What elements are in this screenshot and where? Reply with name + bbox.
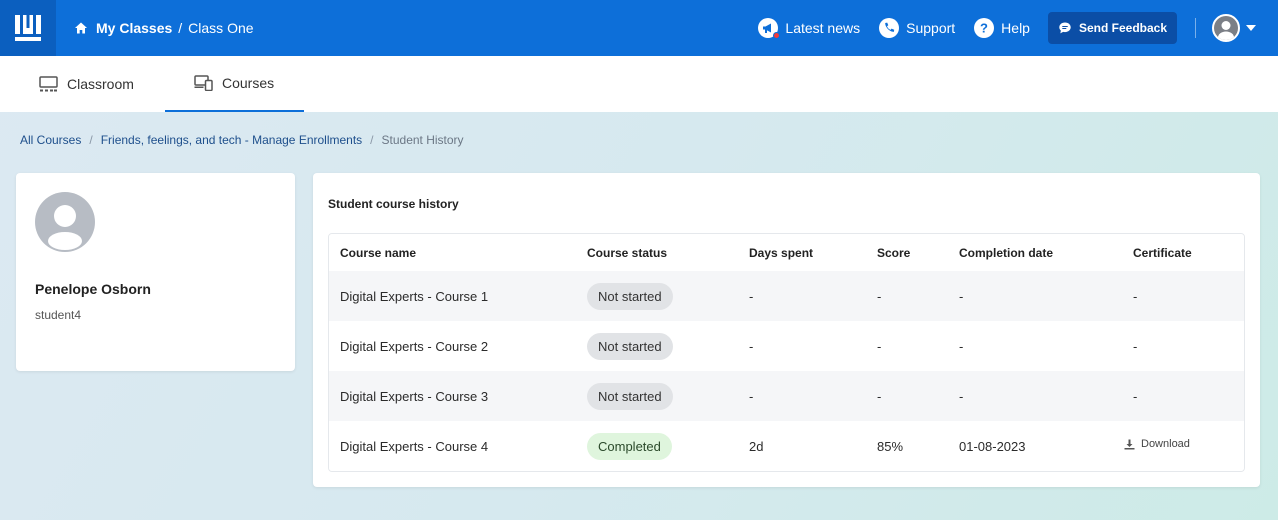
phone-icon [878,17,900,39]
download-label: Download [1141,438,1190,450]
certificate: - [1133,388,1138,404]
course-name: Digital Experts - Course 2 [340,338,489,354]
breadcrumb-separator: / [178,20,183,36]
table-row: Digital Experts - Course 3 Not started -… [329,371,1244,421]
completion-date: - [959,338,964,354]
tab-bar: Classroom Courses [0,56,1278,112]
score: - [877,388,882,404]
download-certificate-link[interactable]: Download [1124,438,1190,450]
support-link[interactable]: Support [878,17,955,39]
user-avatar-icon [1212,14,1240,42]
devices-icon [194,75,213,91]
class-name: Class One [188,20,254,36]
breadcrumb: All Courses / Friends, feelings, and tec… [20,133,464,147]
days-spent: - [749,388,754,404]
table-row: Digital Experts - Course 2 Not started -… [329,321,1244,371]
student-avatar-icon [35,192,95,252]
score: - [877,288,882,304]
column-header: Course status [587,245,668,260]
score: - [877,338,882,354]
status-badge: Not started [587,282,673,310]
table-row: Digital Experts - Course 1 Not started -… [329,271,1244,321]
days-spent: - [749,338,754,354]
home-icon[interactable] [74,21,88,35]
svg-text:?: ? [980,21,988,36]
logo-icon [15,15,41,41]
caret-down-icon [1246,25,1256,31]
completion-date: - [959,288,964,304]
days-spent: - [749,288,754,304]
certificate: - [1133,288,1138,304]
table-header-row: Course name Course status Days spent Sco… [329,234,1244,271]
breadcrumb-all-courses[interactable]: All Courses [20,133,81,147]
app-logo[interactable] [0,0,56,56]
score: 85% [877,438,904,454]
course-name: Digital Experts - Course 3 [340,388,489,404]
top-right-actions: Latest news Support ? Help Send Feedback [757,0,1256,56]
column-header: Days spent [749,245,814,260]
chat-icon [1059,22,1071,34]
course-history-table: Course name Course status Days spent Sco… [328,233,1245,472]
status-badge: Not started [587,332,673,360]
student-username: student4 [35,308,82,322]
latest-news-link[interactable]: Latest news [757,17,860,39]
top-breadcrumb: My Classes / Class One [74,0,254,56]
column-header: Certificate [1133,245,1192,260]
send-feedback-button[interactable]: Send Feedback [1047,12,1177,44]
student-profile-card: Penelope Osborn student4 [16,173,295,371]
table-row: Digital Experts - Course 4 Completed 2d … [329,421,1244,471]
column-header: Course name [340,245,417,260]
send-feedback-label: Send Feedback [1078,21,1167,35]
help-label: Help [1001,20,1030,36]
days-spent: 2d [749,438,764,454]
tab-courses[interactable]: Courses [165,56,304,112]
latest-news-label: Latest news [785,20,861,36]
help-link[interactable]: ? Help [973,17,1030,39]
column-header: Completion date [959,245,1054,260]
course-name: Digital Experts - Course 4 [340,438,489,454]
user-menu[interactable] [1212,14,1256,42]
help-icon: ? [973,17,995,39]
course-name: Digital Experts - Course 1 [340,288,489,304]
certificate: - [1133,338,1138,354]
student-name: Penelope Osborn [35,281,151,297]
status-badge: Completed [587,432,672,460]
column-header: Score [877,245,911,260]
breadcrumb-separator: / [370,133,374,147]
support-label: Support [906,20,956,36]
breadcrumb-separator: / [89,133,93,147]
completion-date: - [959,388,964,404]
top-bar: My Classes / Class One Latest news Suppo… [0,0,1278,56]
breadcrumb-manage-enrollments[interactable]: Friends, feelings, and tech - Manage Enr… [101,133,362,147]
status-badge: Not started [587,382,673,410]
course-history-title: Student course history [328,197,459,211]
megaphone-icon [757,17,781,39]
course-history-card: Student course history Course name Cours… [313,173,1260,487]
my-classes-link[interactable]: My Classes [96,20,172,36]
completion-date: 01-08-2023 [959,438,1026,454]
tab-classroom-label: Classroom [67,76,134,92]
breadcrumb-current: Student History [381,133,464,147]
header-divider [1195,18,1196,38]
tab-classroom[interactable]: Classroom [39,56,134,112]
tab-courses-label: Courses [222,75,275,91]
download-icon [1124,439,1135,449]
classroom-icon [39,76,58,92]
